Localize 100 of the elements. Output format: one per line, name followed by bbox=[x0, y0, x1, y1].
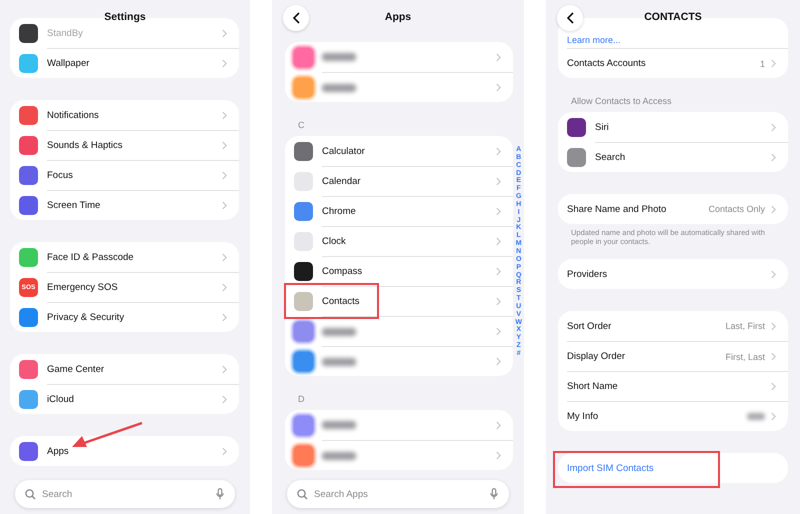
search-field[interactable]: Search bbox=[15, 480, 235, 508]
settings-row[interactable]: Search bbox=[558, 142, 788, 172]
row-label: Chrome bbox=[322, 206, 357, 217]
settings-row[interactable]: Short Name bbox=[558, 371, 788, 401]
row-label: Privacy & Security bbox=[47, 312, 126, 323]
row-value: First, Last bbox=[725, 352, 765, 362]
row-label: Game Center bbox=[47, 364, 106, 374]
row-label: Contacts Accounts bbox=[567, 58, 647, 69]
microphone-icon bbox=[216, 488, 224, 500]
chevron-icon bbox=[771, 204, 776, 214]
chevron-icon bbox=[496, 451, 501, 460]
settings-row[interactable]: Display Order First, Last bbox=[558, 341, 788, 371]
chevron-icon bbox=[222, 171, 227, 180]
row-label: Calendar bbox=[322, 176, 362, 187]
chevron-icon bbox=[496, 327, 501, 336]
chevron-icon bbox=[222, 28, 227, 38]
settings-row[interactable]: Face ID & Passcode bbox=[10, 242, 239, 272]
settings-row[interactable]: Screen Time bbox=[10, 190, 239, 220]
chevron-icon bbox=[222, 59, 227, 68]
chevron-icon bbox=[771, 153, 776, 162]
chevron-icon bbox=[496, 146, 501, 156]
chevron-icon bbox=[771, 382, 776, 391]
microphone-icon bbox=[490, 488, 498, 500]
row-label: Sort Order bbox=[567, 320, 612, 332]
chevron-icon bbox=[222, 446, 227, 456]
chevron-icon bbox=[496, 177, 501, 186]
blurred-label bbox=[322, 358, 356, 366]
settings-row[interactable]: Compass bbox=[285, 256, 513, 286]
chevron-icon bbox=[222, 201, 227, 210]
settings-row[interactable]: Import SIM Contacts bbox=[558, 453, 788, 483]
learn-more-link[interactable]: Learn more... bbox=[567, 35, 621, 45]
settings-row[interactable]: Game Center bbox=[10, 354, 239, 384]
row-value: Contacts Only bbox=[708, 204, 765, 214]
settings-row[interactable]: Focus bbox=[10, 160, 239, 190]
row-label: Compass bbox=[322, 266, 364, 277]
chevron-icon bbox=[496, 297, 501, 306]
chevron-icon bbox=[771, 270, 776, 278]
settings-row[interactable]: Contacts Accounts 1 bbox=[558, 48, 788, 78]
settings-row[interactable]: My Info bbox=[558, 401, 788, 431]
import-sim-contacts-button[interactable]: Import SIM Contacts bbox=[567, 462, 654, 474]
row-label: Sounds & Haptics bbox=[47, 140, 124, 151]
row-label: Screen Time bbox=[47, 200, 102, 211]
chevron-icon bbox=[222, 110, 227, 120]
chevron-icon bbox=[496, 83, 501, 92]
settings-row[interactable]: Calendar bbox=[285, 166, 513, 196]
chevron-icon bbox=[222, 141, 227, 150]
row-label: Calculator bbox=[322, 146, 366, 156]
screen-title: CONTACTS bbox=[643, 11, 703, 23]
chevron-icon bbox=[496, 237, 501, 246]
settings-row[interactable]: Chrome bbox=[285, 196, 513, 226]
settings-row[interactable]: Notifications bbox=[10, 100, 239, 130]
settings-row[interactable]: iCloud bbox=[10, 384, 239, 414]
settings-row[interactable]: Calculator bbox=[285, 136, 513, 166]
settings-row[interactable]: Wallpaper bbox=[10, 48, 239, 78]
row-label: Search bbox=[595, 152, 626, 163]
chevron-icon bbox=[222, 313, 227, 322]
settings-row[interactable]: Providers bbox=[558, 259, 788, 289]
chevron-icon bbox=[771, 322, 776, 330]
search-icon bbox=[297, 488, 308, 500]
chevron-icon bbox=[222, 252, 227, 262]
blurred-label bbox=[322, 328, 356, 336]
chevron-left-icon bbox=[566, 12, 574, 24]
row-label: Notifications bbox=[47, 110, 100, 120]
search-field[interactable]: Search Apps bbox=[287, 480, 509, 508]
blurred-label bbox=[322, 421, 356, 429]
settings-row[interactable]: Contacts bbox=[285, 286, 513, 316]
chevron-icon bbox=[496, 420, 501, 430]
settings-row[interactable]: Share Name and Photo Contacts Only bbox=[558, 194, 788, 224]
screen-title: Apps bbox=[384, 11, 412, 23]
row-label: Apps bbox=[47, 446, 70, 456]
row-label: Providers bbox=[567, 268, 608, 280]
row-label: Contacts bbox=[322, 296, 360, 307]
chevron-icon bbox=[222, 283, 227, 292]
row-label: Display Order bbox=[567, 351, 626, 362]
row-label: Face ID & Passcode bbox=[47, 252, 135, 262]
chevron-icon bbox=[496, 357, 501, 366]
chevron-left-icon bbox=[292, 12, 300, 24]
row-label: Short Name bbox=[567, 381, 619, 392]
back-button[interactable] bbox=[283, 5, 309, 31]
chevron-icon bbox=[496, 207, 501, 216]
settings-row[interactable]: Sort Order Last, First bbox=[558, 311, 788, 341]
settings-row[interactable]: Apps bbox=[10, 436, 239, 466]
settings-row[interactable]: Siri bbox=[558, 112, 788, 142]
section-header: D bbox=[297, 393, 306, 406]
row-label: Focus bbox=[47, 170, 74, 181]
row-value: 1 bbox=[760, 58, 765, 68]
search-icon bbox=[25, 488, 36, 500]
row-value: Last, First bbox=[725, 321, 765, 331]
screen-title: Settings bbox=[103, 11, 147, 23]
settings-row[interactable]: Privacy & Security bbox=[10, 302, 239, 332]
chevron-icon bbox=[222, 395, 227, 404]
blurred-label bbox=[322, 53, 356, 61]
chevron-icon bbox=[771, 122, 776, 132]
settings-row[interactable]: Sounds & Haptics bbox=[10, 130, 239, 160]
settings-row[interactable]: Clock bbox=[285, 226, 513, 256]
row-label: My Info bbox=[567, 411, 600, 422]
row-label: Siri bbox=[595, 122, 610, 132]
row-label: Wallpaper bbox=[47, 58, 90, 69]
section-header: C bbox=[297, 119, 306, 132]
back-button[interactable] bbox=[557, 5, 583, 31]
